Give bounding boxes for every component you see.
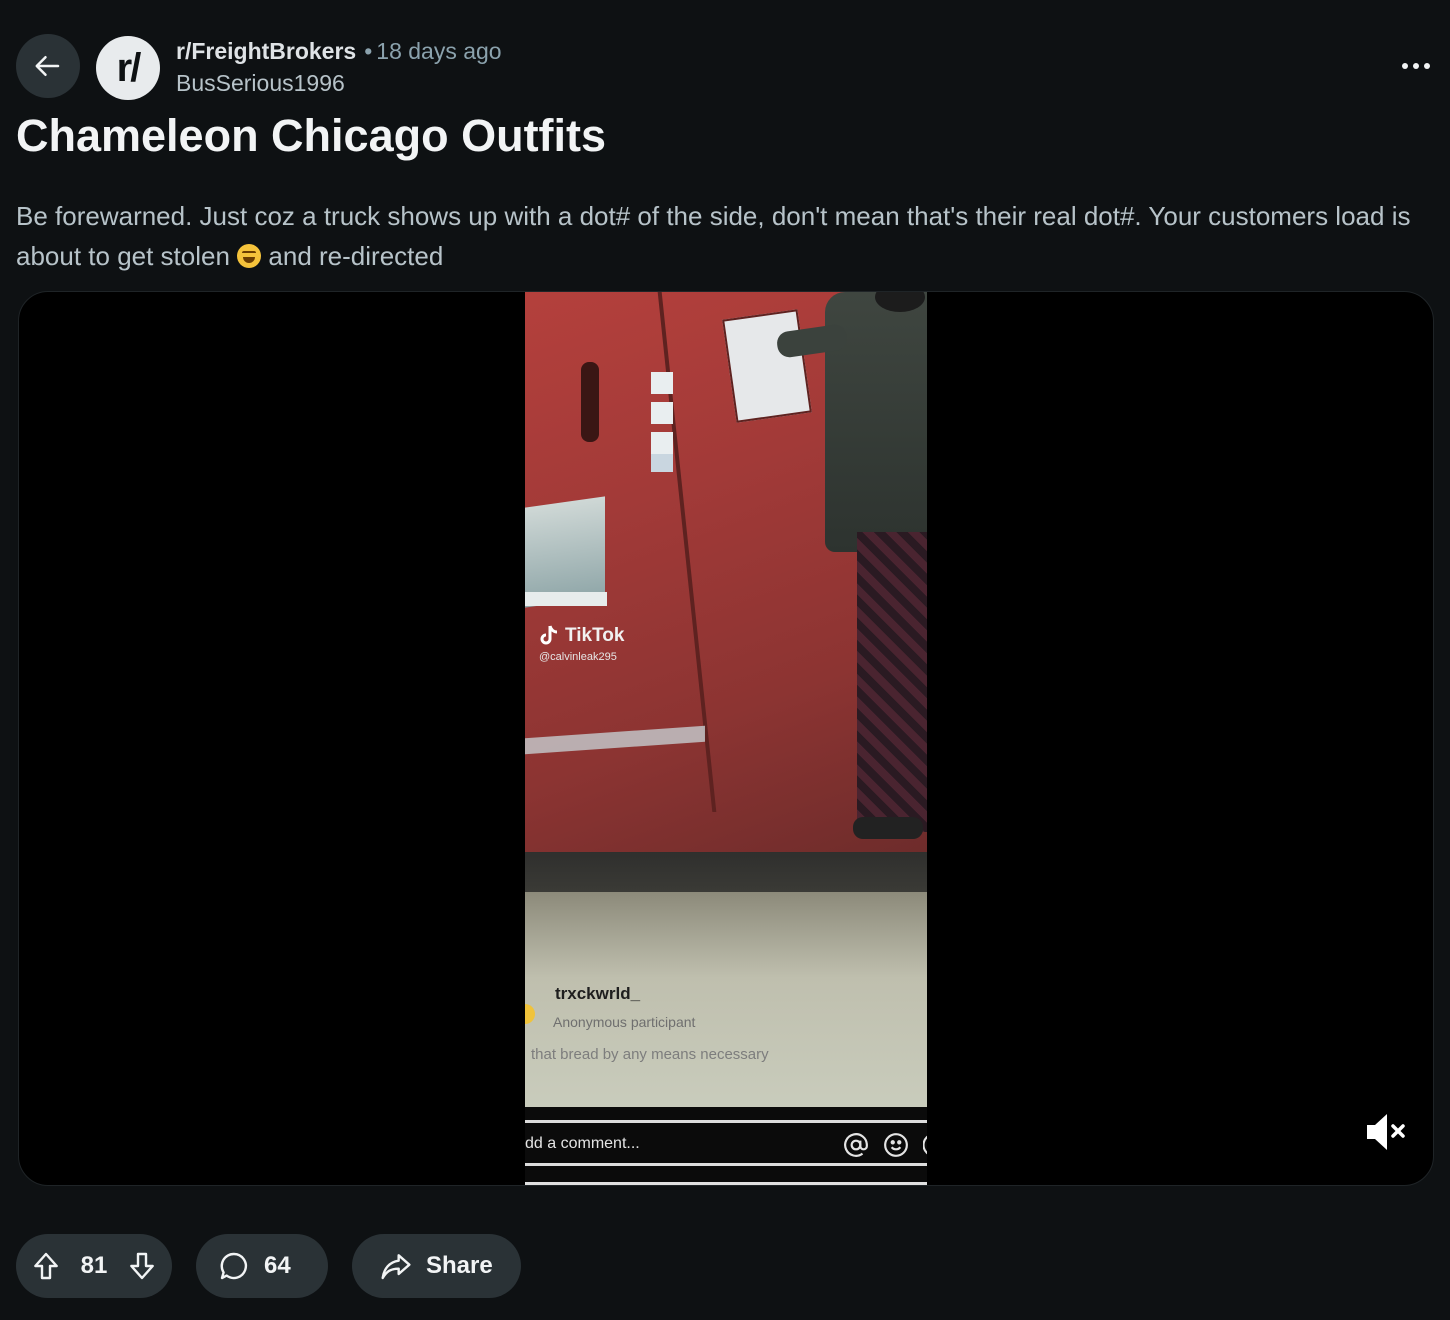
paper-placard <box>722 309 812 423</box>
dot-sticker <box>651 432 673 454</box>
downvote-arrow-icon <box>130 1252 154 1280</box>
post-age: 18 days ago <box>376 38 502 64</box>
overlay-comment-anon: Anonymous participant <box>553 1014 696 1030</box>
post-title: Chameleon Chicago Outfits <box>16 110 607 161</box>
smiley-icon <box>884 1133 908 1157</box>
arrow-left-icon <box>35 56 60 76</box>
author-link[interactable]: BusSerious1996 <box>176 68 502 98</box>
person-foot <box>853 817 923 839</box>
downvote-button[interactable] <box>126 1250 158 1282</box>
comments-count: 64 <box>264 1252 291 1279</box>
volume-muted-icon <box>1367 1114 1405 1150</box>
gift-icon <box>923 1135 927 1155</box>
post-body-text: Be forewarned. Just coz a truck shows up… <box>16 201 1411 271</box>
tiktok-logo-icon <box>540 625 558 645</box>
post-body: Be forewarned. Just coz a truck shows up… <box>16 196 1416 276</box>
post-meta: r/FreightBrokers • 18 days ago BusSerious1… <box>176 36 502 98</box>
overlay-comment-input: dd a comment... <box>525 1120 927 1166</box>
tiktok-watermark: TikTok @calvinleak295 <box>539 625 624 663</box>
more-options-button[interactable] <box>1398 48 1434 84</box>
tiktok-handle: @calvinleak295 <box>539 651 617 663</box>
subreddit-avatar[interactable]: r/ <box>96 36 160 100</box>
rolling-on-floor-laughing-emoji-icon <box>237 244 262 268</box>
overlay-comment-user: trxckwrld_ <box>555 984 641 1003</box>
truck-window <box>525 496 605 608</box>
post-header: r/ r/FreightBrokers • 18 days ago BusSerio… <box>16 34 1434 100</box>
share-button[interactable]: Share <box>352 1234 521 1298</box>
video-frame[interactable]: TikTok @calvinleak295 trxckwrld_ Anonymo… <box>525 292 927 1185</box>
vote-score: 81 <box>80 1252 108 1279</box>
meta-separator: • <box>364 38 373 64</box>
speech-bubble-icon <box>220 1252 248 1280</box>
mute-toggle-button[interactable] <box>1364 1110 1408 1154</box>
person-pants <box>857 532 927 832</box>
video-player[interactable]: TikTok @calvinleak295 trxckwrld_ Anonymo… <box>18 291 1434 1186</box>
back-button[interactable] <box>16 34 80 98</box>
tiktok-brand: TikTok <box>565 625 625 646</box>
share-label: Share <box>426 1252 493 1279</box>
dot-sticker <box>651 402 673 424</box>
dot-sticker <box>651 454 673 472</box>
vote-control: 81 <box>16 1234 172 1298</box>
subreddit-link[interactable]: r/FreightBrokers <box>176 38 356 64</box>
overlay-comment-placeholder: dd a comment... <box>525 1135 640 1152</box>
avatar-text: r/ <box>116 45 142 90</box>
truck-door-handle <box>581 362 599 442</box>
upvote-arrow-icon <box>34 1252 58 1280</box>
dot-sticker <box>651 372 673 394</box>
post-actions: 81 64 Share <box>16 1234 521 1298</box>
comments-button[interactable]: 64 <box>196 1234 328 1298</box>
overlay-comment-text: that bread by any means necessary <box>531 1046 769 1063</box>
post-body-text-end: and re-directed <box>268 241 444 271</box>
share-arrow-icon <box>381 1254 411 1280</box>
truck-window-frame <box>525 592 607 606</box>
video-progress-line <box>525 1182 927 1185</box>
at-sign-icon <box>844 1133 868 1157</box>
more-horizontal-icon <box>1402 63 1430 69</box>
upvote-button[interactable] <box>30 1250 62 1282</box>
